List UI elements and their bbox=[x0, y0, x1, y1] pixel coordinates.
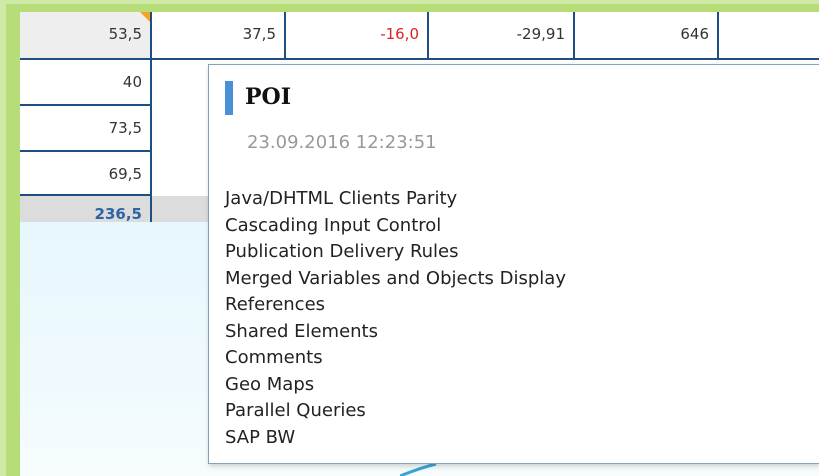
list-item: Publication Delivery Rules bbox=[225, 241, 459, 262]
tooltip-timestamp: 23.09.2016 12:23:51 bbox=[247, 132, 437, 153]
poi-tooltip: POI 23.09.2016 12:23:51 Java/DHTML Clien… bbox=[208, 64, 819, 464]
list-item: References bbox=[225, 294, 326, 315]
list-item: Parallel Queries bbox=[225, 400, 366, 421]
accent-bar bbox=[225, 81, 233, 115]
list-item: SAP BW bbox=[225, 426, 296, 448]
table-cell[interactable]: 69,5 bbox=[20, 152, 152, 196]
table-cell[interactable]: 37,5 bbox=[152, 12, 286, 60]
chart-line bbox=[400, 462, 437, 476]
table-cell[interactable]: 40 bbox=[20, 60, 152, 106]
total-cell[interactable]: 236,5 bbox=[20, 196, 152, 223]
table-cell[interactable]: -29,91 bbox=[429, 12, 575, 60]
feature-list: Java/DHTML Clients Parity Cascading Inpu… bbox=[225, 186, 566, 451]
list-item: Java/DHTML Clients Parity bbox=[225, 188, 458, 209]
list-item: Merged Variables and Objects Display bbox=[225, 267, 566, 289]
table-cell[interactable]: 646 bbox=[575, 12, 719, 60]
table-cell[interactable]: -16,0 bbox=[286, 12, 429, 60]
tooltip-title: POI bbox=[245, 84, 291, 110]
comment-marker-icon[interactable] bbox=[140, 12, 150, 22]
table-cell[interactable]: 53,5 bbox=[20, 12, 152, 60]
table-cell bbox=[152, 196, 212, 222]
list-item: Shared Elements bbox=[225, 320, 378, 342]
table-cell[interactable] bbox=[719, 12, 819, 60]
list-item: Geo Maps bbox=[225, 373, 315, 395]
list-item: Cascading Input Control bbox=[225, 214, 442, 236]
table-cell[interactable]: 73,5 bbox=[20, 106, 152, 152]
list-item: Comments bbox=[225, 347, 323, 368]
